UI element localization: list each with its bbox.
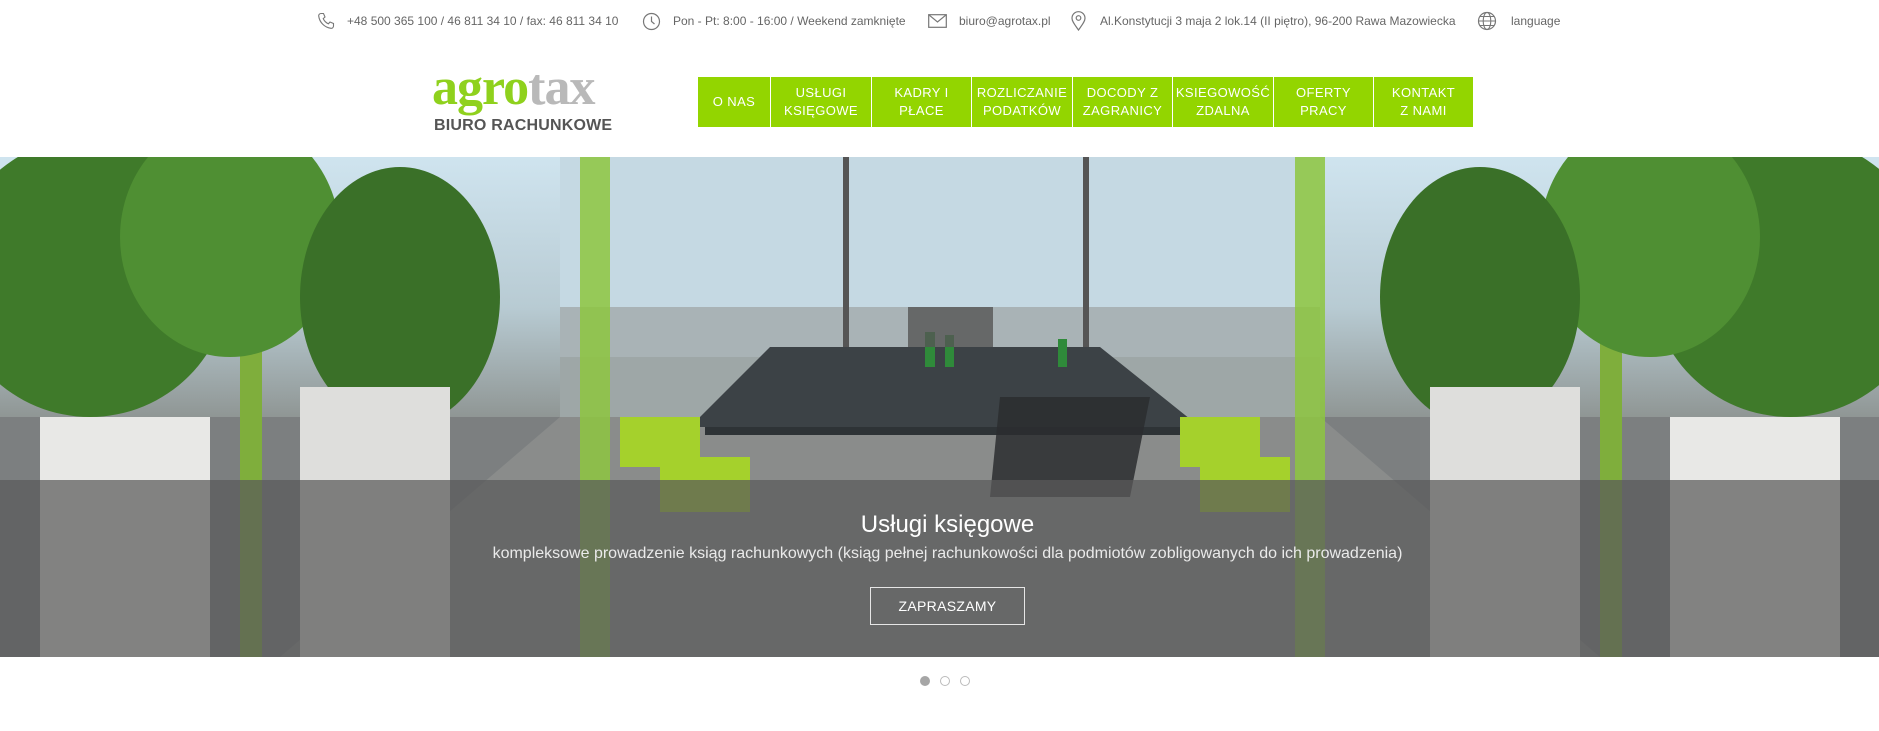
logo-subtitle: BIURO RACHUNKOWE <box>434 117 613 134</box>
slider-dot-2[interactable] <box>940 676 950 686</box>
envelope-icon <box>928 14 947 28</box>
nav-label: KONTAKT Z NAMI <box>1391 85 1456 118</box>
slide-subtitle: kompleksowe prowadzenie ksiąg rachunkowy… <box>492 545 1403 562</box>
phone-text: +48 500 365 100 / 46 811 34 10 / fax: 46… <box>347 14 619 28</box>
nav-item-o-nas[interactable]: O NAS <box>698 77 770 127</box>
nav-label: O NAS <box>712 94 756 109</box>
zapraszamy-button[interactable]: ZAPRASZAMY <box>870 587 1025 625</box>
globe-icon <box>1477 11 1497 31</box>
hero-slider: Usługi księgowe kompleksowe prowadzenie … <box>0 157 1879 657</box>
nav-label: KSIEGOWOŚĆ ZDALNA <box>1175 85 1271 118</box>
nav-item-ksiegowosc-zdalna[interactable]: KSIEGOWOŚĆ ZDALNA <box>1173 77 1273 127</box>
nav-item-kadry-place[interactable]: KADRY I PŁACE <box>872 77 971 127</box>
nav-item-rozliczanie-podatkow[interactable]: ROZLICZANIE PODATKÓW <box>972 77 1072 127</box>
logo-word-tax: tax <box>528 59 595 116</box>
slide-title: Usługi księgowe <box>860 511 1035 538</box>
email-info[interactable]: biuro@agrotax.pl <box>928 0 1051 42</box>
logo-word-agro: agro <box>432 59 529 116</box>
caption-overlay <box>0 480 1879 657</box>
hours-text: Pon - Pt: 8:00 - 16:00 / Weekend zamknię… <box>673 14 906 28</box>
nav-label: DOCODY Z ZAGRANICY <box>1082 85 1163 118</box>
nav-label: ROZLICZANIE PODATKÓW <box>976 85 1068 118</box>
nav-label: KADRY I PŁACE <box>894 85 949 118</box>
nav-label: USŁUGI KSIĘGOWE <box>784 85 858 118</box>
nav-item-dochody-zagranica[interactable]: DOCODY Z ZAGRANICY <box>1073 77 1172 127</box>
phone-icon <box>318 12 335 29</box>
map-pin-icon <box>1071 11 1086 31</box>
logo-wordmark: agrotax <box>432 59 595 116</box>
slider-dot-3[interactable] <box>960 676 970 686</box>
address-info: Al.Konstytucji 3 maja 2 lok.14 (II piętr… <box>1071 0 1456 42</box>
address-text: Al.Konstytucji 3 maja 2 lok.14 (II piętr… <box>1100 14 1456 28</box>
language-label[interactable]: language <box>1511 14 1560 28</box>
clock-icon <box>642 12 661 30</box>
slider-dot-1[interactable] <box>920 676 930 686</box>
site-logo[interactable]: agrotax BIURO RACHUNKOWE <box>432 62 616 138</box>
nav-item-uslugi-ksiegowe[interactable]: USŁUGI KSIĘGOWE <box>771 77 871 127</box>
phone-info: +48 500 365 100 / 46 811 34 10 / fax: 46… <box>317 0 618 42</box>
slider-pagination <box>920 676 970 686</box>
top-info-bar: +48 500 365 100 / 46 811 34 10 / fax: 46… <box>0 0 1879 42</box>
hours-info: Pon - Pt: 8:00 - 16:00 / Weekend zamknię… <box>642 0 906 42</box>
nav-item-oferty-pracy[interactable]: OFERTY PRACY <box>1274 77 1373 127</box>
nav-item-kontakt[interactable]: KONTAKT Z NAMI <box>1374 77 1473 127</box>
language-switcher[interactable]: language <box>1477 0 1560 42</box>
email-link[interactable]: biuro@agrotax.pl <box>959 14 1051 28</box>
nav-label: OFERTY PRACY <box>1296 85 1351 118</box>
main-nav: O NAS USŁUGI KSIĘGOWE KADRY I PŁACE ROZL… <box>698 77 1474 127</box>
